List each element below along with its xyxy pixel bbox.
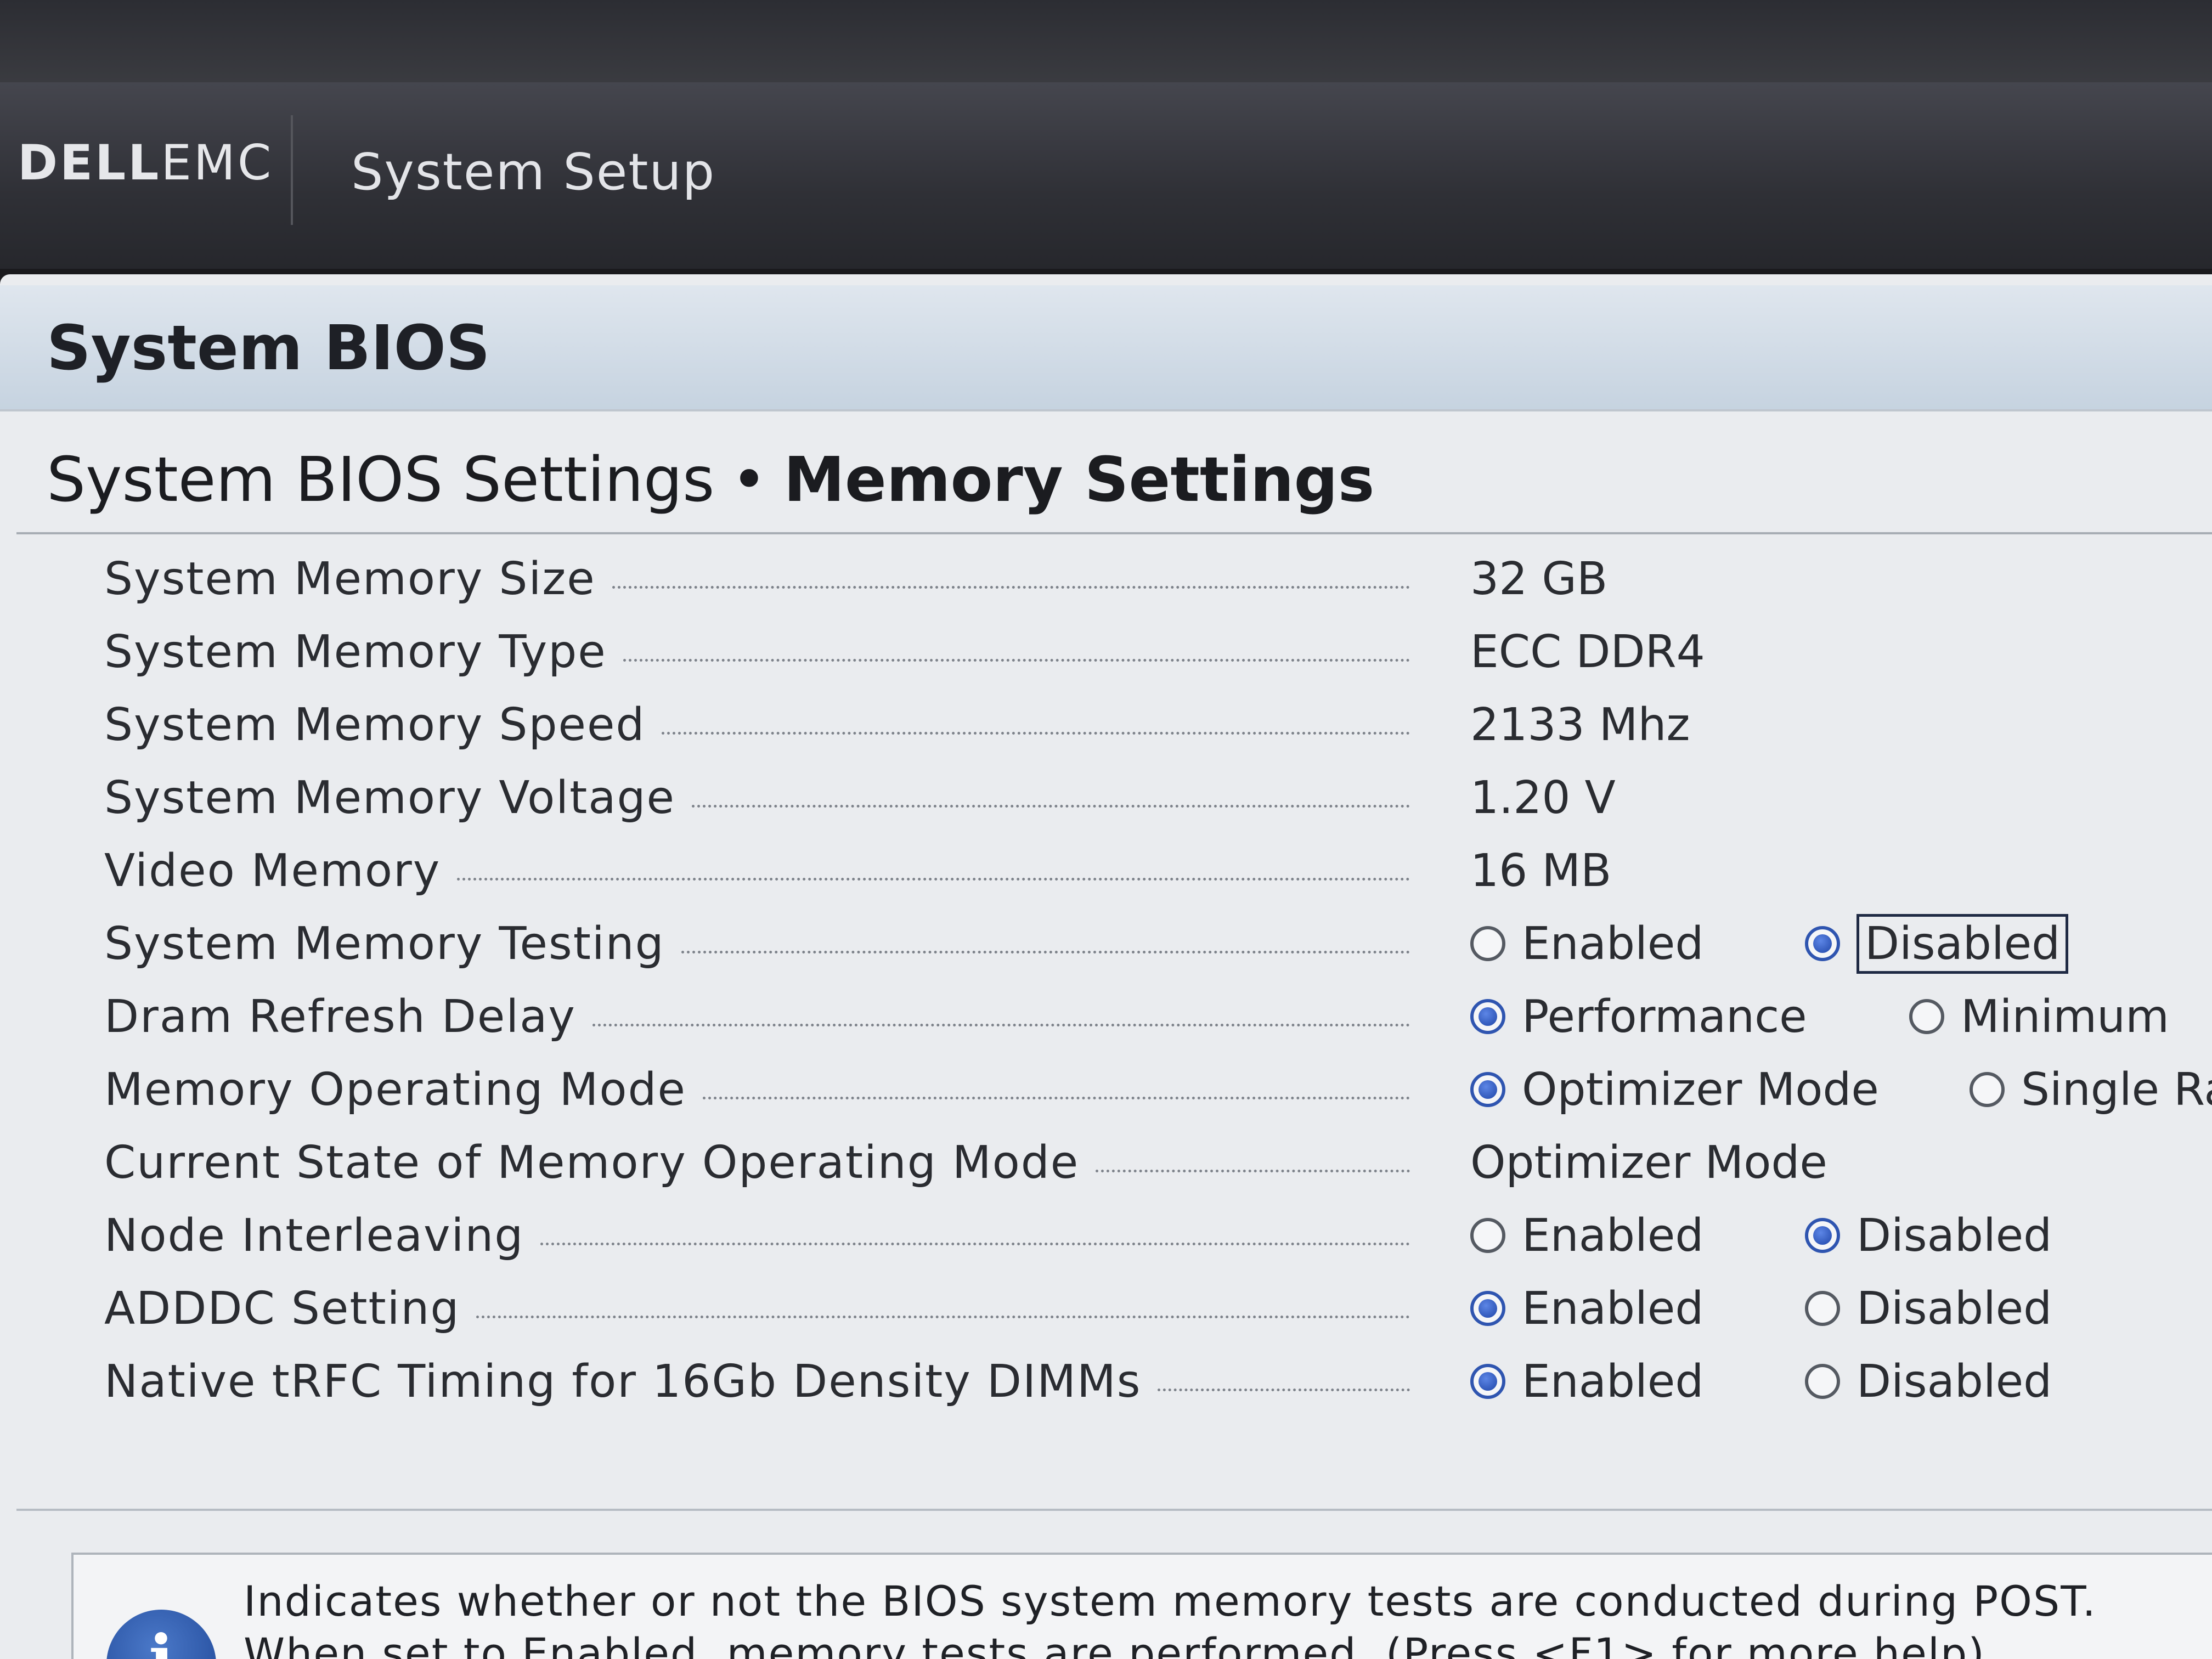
breadcrumb-separator: • bbox=[731, 444, 768, 516]
setting-label: Node Interleaving bbox=[104, 1209, 524, 1262]
setting-value: ECC DDR4 bbox=[1470, 625, 1705, 678]
radio-selected-icon[interactable] bbox=[1470, 999, 1505, 1034]
radio-unselected-icon[interactable] bbox=[1805, 1364, 1840, 1399]
header-divider bbox=[291, 115, 293, 225]
dotted-leader bbox=[540, 1242, 1410, 1245]
setting-label: ADDDC Setting bbox=[104, 1282, 460, 1335]
radio-option-performance[interactable]: Performance bbox=[1470, 981, 1807, 1052]
radio-selected-icon[interactable] bbox=[1470, 1072, 1505, 1107]
radio-option-disabled[interactable]: Disabled bbox=[1805, 1346, 2052, 1417]
dotted-leader bbox=[476, 1315, 1410, 1318]
radio-unselected-icon[interactable] bbox=[1909, 999, 1944, 1034]
radio-option-enabled[interactable]: Enabled bbox=[1470, 908, 1703, 979]
divider bbox=[16, 532, 2212, 534]
radio-option-minimum[interactable]: Minimum bbox=[1909, 981, 2169, 1052]
setting-row-video-memory: Video Memory 16 MB bbox=[0, 835, 2212, 906]
breadcrumb-parent[interactable]: System BIOS Settings bbox=[47, 444, 714, 516]
section-title: System BIOS bbox=[47, 313, 490, 384]
app-title: System Setup bbox=[351, 143, 716, 201]
breadcrumb-current: Memory Settings bbox=[783, 444, 1375, 516]
setting-label: System Memory Speed bbox=[104, 698, 646, 751]
setting-row-system-memory-voltage: System Memory Voltage 1.20 V bbox=[0, 762, 2212, 833]
setting-label: Video Memory bbox=[104, 844, 441, 897]
dotted-leader bbox=[457, 877, 1410, 881]
setting-label: System Memory Type bbox=[104, 625, 607, 678]
setting-label: System Memory Testing bbox=[104, 917, 665, 970]
setting-row-system-memory-type: System Memory Type ECC DDR4 bbox=[0, 616, 2212, 687]
setting-value: 1.20 V bbox=[1470, 771, 1616, 824]
setting-row-memory-operating-mode: Memory Operating Mode Optimizer Mode Sin… bbox=[0, 1054, 2212, 1125]
radio-option-disabled[interactable]: Disabled bbox=[1805, 1200, 2052, 1271]
setting-value: 32 GB bbox=[1470, 552, 1608, 605]
setting-label: Dram Refresh Delay bbox=[104, 990, 576, 1043]
radio-unselected-icon[interactable] bbox=[1470, 926, 1505, 961]
radio-option-optimizer-mode[interactable]: Optimizer Mode bbox=[1470, 1054, 1879, 1125]
dotted-leader bbox=[1096, 1169, 1410, 1172]
panel-divider bbox=[16, 1509, 2212, 1511]
setting-row-system-memory-testing: System Memory Testing Enabled Disabled bbox=[0, 908, 2212, 979]
setting-row-system-memory-speed: System Memory Speed 2133 Mhz bbox=[0, 689, 2212, 760]
dotted-leader bbox=[703, 1096, 1410, 1099]
radio-option-single-rank[interactable]: Single Ra bbox=[1970, 1054, 2212, 1125]
radio-option-disabled[interactable]: Disabled bbox=[1805, 1273, 2052, 1344]
dotted-leader bbox=[623, 658, 1410, 662]
main-panel: System BIOS System BIOS Settings • Memory … bbox=[0, 274, 2212, 1659]
monitor-bezel bbox=[0, 0, 2212, 82]
settings-list: System Memory Size 32 GB System Memory T… bbox=[0, 543, 2212, 1421]
help-text-line-1: Indicates whether or not the BIOS system… bbox=[244, 1577, 2097, 1626]
setting-row-native-trfc-timing: Native tRFC Timing for 16Gb Density DIMM… bbox=[0, 1346, 2212, 1417]
dotted-leader bbox=[681, 950, 1410, 953]
setting-row-adddc-setting: ADDDC Setting Enabled Disabled bbox=[0, 1273, 2212, 1344]
radio-selected-icon[interactable] bbox=[1805, 926, 1840, 961]
setting-label: Memory Operating Mode bbox=[104, 1063, 686, 1116]
setting-label: Current State of Memory Operating Mode bbox=[104, 1136, 1080, 1189]
dotted-leader bbox=[592, 1023, 1410, 1026]
radio-unselected-icon[interactable] bbox=[1470, 1218, 1505, 1253]
breadcrumb: System BIOS Settings • Memory Settings bbox=[47, 444, 1374, 516]
radio-unselected-icon[interactable] bbox=[1805, 1291, 1840, 1326]
radio-option-enabled[interactable]: Enabled bbox=[1470, 1346, 1703, 1417]
focus-indicator: Disabled bbox=[1857, 913, 2069, 974]
radio-selected-icon[interactable] bbox=[1805, 1218, 1840, 1253]
help-text-line-2: When set to Enabled, memory tests are pe… bbox=[244, 1629, 1985, 1659]
setting-value: 16 MB bbox=[1470, 844, 1612, 897]
setting-row-system-memory-size: System Memory Size 32 GB bbox=[0, 543, 2212, 614]
radio-option-enabled[interactable]: Enabled bbox=[1470, 1273, 1703, 1344]
setting-value: 2133 Mhz bbox=[1470, 698, 1690, 751]
dotted-leader bbox=[691, 804, 1410, 808]
dotted-leader bbox=[1158, 1388, 1410, 1391]
radio-option-enabled[interactable]: Enabled bbox=[1470, 1200, 1703, 1271]
setting-row-node-interleaving: Node Interleaving Enabled Disabled bbox=[0, 1200, 2212, 1271]
app-header: DELLEMC System Setup bbox=[0, 82, 2212, 269]
setting-label: System Memory Voltage bbox=[104, 771, 675, 824]
info-icon: i bbox=[106, 1610, 216, 1659]
setting-row-dram-refresh-delay: Dram Refresh Delay Performance Minimum bbox=[0, 981, 2212, 1052]
radio-option-disabled[interactable]: Disabled bbox=[1805, 908, 2069, 979]
section-bar: System BIOS bbox=[0, 285, 2212, 411]
setting-label: Native tRFC Timing for 16Gb Density DIMM… bbox=[104, 1355, 1142, 1408]
dotted-leader bbox=[612, 585, 1410, 589]
dell-emc-logo: DELLEMC bbox=[18, 134, 274, 191]
dotted-leader bbox=[662, 731, 1410, 735]
radio-unselected-icon[interactable] bbox=[1970, 1072, 2005, 1107]
help-panel: i Indicates whether or not the BIOS syst… bbox=[71, 1553, 2212, 1659]
setting-row-current-memory-mode: Current State of Memory Operating Mode O… bbox=[0, 1127, 2212, 1198]
setting-value: Optimizer Mode bbox=[1470, 1136, 1827, 1189]
setting-label: System Memory Size bbox=[104, 552, 596, 605]
radio-selected-icon[interactable] bbox=[1470, 1364, 1505, 1399]
radio-selected-icon[interactable] bbox=[1470, 1291, 1505, 1326]
